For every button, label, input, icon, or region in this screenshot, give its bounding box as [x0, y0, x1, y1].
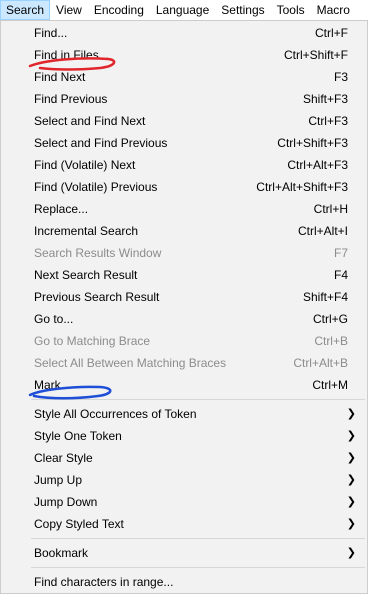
menu-encoding[interactable]: Encoding — [88, 0, 150, 20]
menu-item-copy-styled-text[interactable]: Copy Styled Text ❯ — [2, 513, 366, 535]
menu-item-label: Mark... — [34, 378, 71, 392]
menu-item-shortcut: Ctrl+Alt+F3 — [287, 158, 348, 172]
menu-language[interactable]: Language — [150, 0, 215, 20]
menu-item-label: Previous Search Result — [34, 290, 160, 304]
menu-item-find-volatile-next[interactable]: Find (Volatile) Next Ctrl+Alt+F3 — [2, 154, 366, 176]
menu-item-label: Next Search Result — [34, 268, 138, 282]
menu-item-shortcut: Ctrl+Shift+F3 — [277, 136, 348, 150]
menu-settings[interactable]: Settings — [215, 0, 270, 20]
chevron-right-icon: ❯ — [346, 430, 356, 442]
menu-item-shortcut: F3 — [333, 70, 348, 84]
menu-separator — [31, 567, 365, 568]
menu-item-style-all-occurrences[interactable]: Style All Occurrences of Token ❯ — [2, 403, 366, 425]
menu-item-go-to-matching-brace: Go to Matching Brace Ctrl+B — [2, 330, 366, 352]
menu-item-label: Style One Token — [34, 429, 122, 443]
menu-item-find[interactable]: Find... Ctrl+F — [2, 22, 366, 44]
menu-item-label: Jump Up — [34, 473, 83, 487]
menu-item-shortcut: Ctrl+F — [315, 26, 348, 40]
menu-item-label: Clear Style — [34, 451, 93, 465]
menu-item-next-search-result[interactable]: Next Search Result F4 — [2, 264, 366, 286]
menu-separator — [31, 538, 365, 539]
menu-item-label: Find... — [34, 26, 68, 40]
chevron-right-icon: ❯ — [346, 547, 356, 559]
menu-item-bookmark[interactable]: Bookmark ❯ — [2, 542, 366, 564]
menu-view[interactable]: View — [50, 0, 88, 20]
menu-item-find-next[interactable]: Find Next F3 — [2, 66, 366, 88]
menu-item-label: Find in Files... — [34, 48, 109, 62]
menu-item-style-one-token[interactable]: Style One Token ❯ — [2, 425, 366, 447]
chevron-right-icon: ❯ — [346, 474, 356, 486]
menu-item-label: Jump Down — [34, 495, 98, 509]
menu-item-label: Replace... — [34, 202, 89, 216]
menu-item-shortcut: Ctrl+Alt+Shift+F3 — [256, 180, 348, 194]
menu-item-shortcut: Ctrl+H — [313, 202, 348, 216]
menu-item-label: Select All Between Matching Braces — [34, 356, 227, 370]
menu-item-find-in-files[interactable]: Find in Files... Ctrl+Shift+F — [2, 44, 366, 66]
menu-item-previous-search-result[interactable]: Previous Search Result Shift+F4 — [2, 286, 366, 308]
menu-item-label: Bookmark — [34, 546, 89, 560]
menu-macro[interactable]: Macro — [311, 0, 356, 20]
menu-item-shortcut: Shift+F4 — [302, 290, 348, 304]
search-dropdown-menu: Find... Ctrl+F Find in Files... Ctrl+Shi… — [0, 20, 368, 594]
menu-item-shortcut: Ctrl+M — [312, 378, 348, 392]
menu-item-label: Incremental Search — [34, 224, 139, 238]
menu-item-label: Find Previous — [34, 92, 108, 106]
menu-item-select-and-find-next[interactable]: Select and Find Next Ctrl+F3 — [2, 110, 366, 132]
menu-item-jump-down[interactable]: Jump Down ❯ — [2, 491, 366, 513]
menu-item-shortcut: F7 — [333, 246, 348, 260]
menu-item-find-volatile-previous[interactable]: Find (Volatile) Previous Ctrl+Alt+Shift+… — [2, 176, 366, 198]
menu-bar: Search View Encoding Language Settings T… — [0, 0, 369, 20]
menu-item-go-to[interactable]: Go to... Ctrl+G — [2, 308, 366, 330]
chevron-right-icon: ❯ — [346, 496, 356, 508]
menu-item-label: Find Next — [34, 70, 86, 84]
menu-item-shortcut: Ctrl+B — [314, 334, 348, 348]
menu-item-select-and-find-previous[interactable]: Select and Find Previous Ctrl+Shift+F3 — [2, 132, 366, 154]
chevron-right-icon: ❯ — [346, 518, 356, 530]
menu-item-find-previous[interactable]: Find Previous Shift+F3 — [2, 88, 366, 110]
chevron-right-icon: ❯ — [346, 452, 356, 464]
menu-item-shortcut: Ctrl+Alt+B — [293, 356, 348, 370]
menu-item-label: Search Results Window — [34, 246, 162, 260]
menu-item-shortcut: Shift+F3 — [302, 92, 348, 106]
menu-item-label: Go to Matching Brace — [34, 334, 151, 348]
menu-search[interactable]: Search — [0, 0, 51, 20]
menu-item-label: Select and Find Previous — [34, 136, 168, 150]
menu-item-shortcut: Ctrl+Alt+I — [297, 224, 348, 238]
menu-item-select-all-between-braces: Select All Between Matching Braces Ctrl+… — [2, 352, 366, 374]
menu-item-find-characters-in-range[interactable]: Find characters in range... — [2, 571, 366, 593]
menu-item-shortcut: Ctrl+F3 — [308, 114, 348, 128]
menu-item-shortcut: F4 — [333, 268, 348, 282]
menu-item-label: Find characters in range... — [34, 575, 174, 589]
menu-item-incremental-search[interactable]: Incremental Search Ctrl+Alt+I — [2, 220, 366, 242]
menu-tools[interactable]: Tools — [271, 0, 311, 20]
menu-item-search-results-window: Search Results Window F7 — [2, 242, 366, 264]
menu-item-clear-style[interactable]: Clear Style ❯ — [2, 447, 366, 469]
menu-item-shortcut: Ctrl+G — [312, 312, 348, 326]
menu-item-jump-up[interactable]: Jump Up ❯ — [2, 469, 366, 491]
menu-item-replace[interactable]: Replace... Ctrl+H — [2, 198, 366, 220]
menu-item-mark[interactable]: Mark... Ctrl+M — [2, 374, 366, 396]
menu-item-shortcut: Ctrl+Shift+F — [283, 48, 348, 62]
menu-item-label: Go to... — [34, 312, 74, 326]
menu-item-label: Find (Volatile) Next — [34, 158, 136, 172]
menu-item-label: Find (Volatile) Previous — [34, 180, 158, 194]
menu-item-label: Style All Occurrences of Token — [34, 407, 197, 421]
chevron-right-icon: ❯ — [346, 408, 356, 420]
menu-item-label: Copy Styled Text — [34, 517, 124, 531]
menu-item-label: Select and Find Next — [34, 114, 146, 128]
menu-separator — [31, 399, 365, 400]
